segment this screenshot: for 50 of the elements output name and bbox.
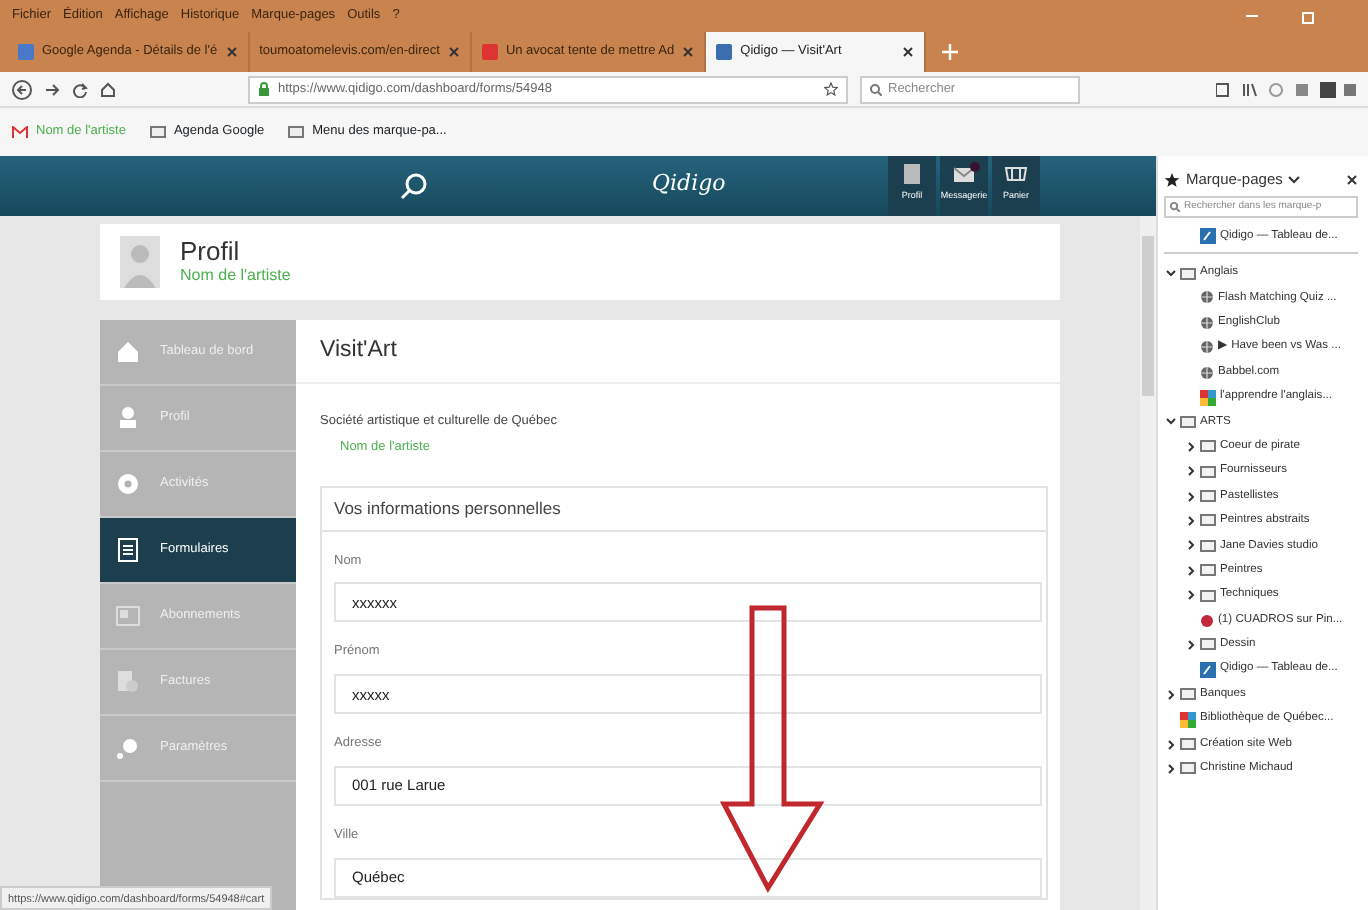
folder-icon (1200, 638, 1216, 651)
home-icon (116, 340, 140, 364)
colorful-icon (1180, 711, 1196, 728)
folder-icon (1180, 688, 1196, 701)
basket-icon (1004, 162, 1028, 186)
document-icon (116, 670, 140, 694)
caret-icon[interactable] (1288, 176, 1301, 184)
form-icon (116, 538, 140, 562)
scrollbar[interactable] (1140, 216, 1156, 910)
logo-icon (1200, 228, 1216, 245)
avatar-icon (120, 236, 160, 288)
page-title: Visit'Art (296, 320, 1060, 384)
colorful-icon (1200, 389, 1216, 406)
star-icon (1164, 172, 1180, 188)
globe-icon (1200, 315, 1214, 330)
section-title: Vos informations personnelles (322, 487, 1046, 531)
close-icon[interactable] (1346, 174, 1358, 186)
search-icon (1170, 202, 1180, 212)
star-icon[interactable] (824, 82, 838, 96)
tab-favicon-icon (716, 44, 733, 60)
tab-favicon-icon (18, 44, 34, 60)
folder-icon (1180, 267, 1196, 280)
globe-icon (1200, 290, 1214, 305)
user-icon (116, 406, 140, 430)
card-icon (116, 604, 140, 628)
search-icon (870, 83, 882, 95)
back-icon[interactable] (12, 79, 32, 99)
lock-icon (258, 82, 270, 96)
globe-icon (1200, 340, 1214, 355)
logo-icon (1200, 661, 1216, 678)
search-icon[interactable] (400, 172, 428, 200)
close-icon[interactable] (902, 46, 915, 58)
tab-favicon-icon (481, 44, 498, 60)
home-icon[interactable] (100, 81, 116, 97)
folder-icon (288, 126, 305, 138)
profile-icon (900, 162, 924, 186)
mail-icon (12, 126, 28, 138)
toolbar-icons-drawing[interactable] (1216, 81, 1356, 97)
globe-icon (1200, 365, 1214, 380)
profile-title: Profil (180, 237, 242, 263)
restore-icon[interactable] (1300, 8, 1316, 24)
folder-icon (149, 126, 166, 138)
forward-icon[interactable] (44, 81, 60, 97)
pin-icon (1200, 613, 1214, 628)
artist-name: Nom de l'artiste (180, 263, 291, 287)
site-logo[interactable]: Qidigo (652, 168, 726, 201)
ball-icon (116, 472, 140, 496)
reload-icon[interactable] (72, 81, 88, 97)
new-tab-icon[interactable] (942, 44, 959, 60)
mail-icon (952, 162, 976, 186)
